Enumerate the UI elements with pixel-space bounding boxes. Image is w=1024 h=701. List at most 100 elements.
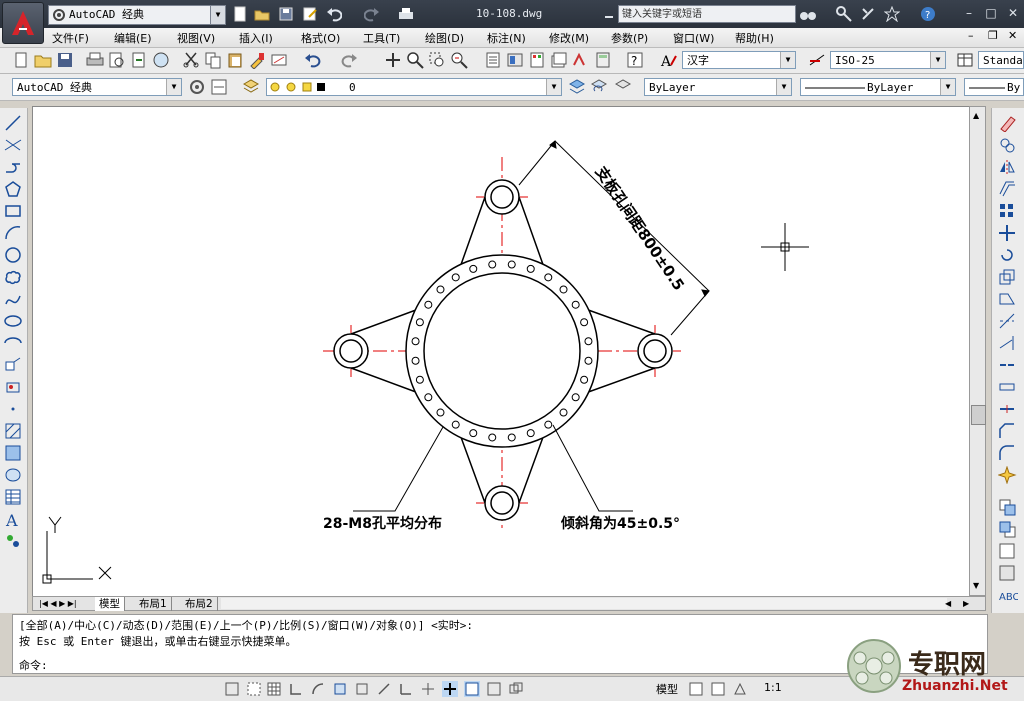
move-icon[interactable] [998, 224, 1018, 242]
3dprint-icon[interactable] [152, 51, 170, 69]
dyn-icon[interactable] [420, 681, 436, 697]
redo-toolbar-icon[interactable] [340, 51, 358, 69]
open-icon[interactable] [34, 51, 52, 69]
lineweight-toggle-icon[interactable] [442, 681, 458, 697]
plot-preview-icon[interactable] [108, 51, 126, 69]
table-icon[interactable] [4, 488, 22, 506]
break-at-point-icon[interactable] [998, 356, 1018, 374]
design-center-icon[interactable] [506, 51, 524, 69]
close-button[interactable]: ✕ [1004, 4, 1022, 22]
zoom-window-icon[interactable] [428, 51, 446, 69]
menu-help[interactable]: 帮助(H) [735, 30, 774, 46]
zoom-realtime-icon[interactable] [406, 51, 424, 69]
linetype-combo[interactable]: ByLayer ▼ [800, 78, 956, 96]
drawing-canvas[interactable]: 支板孔间距800±0.5 28-M8孔平均分布 倾斜角为45±0.5° [32, 106, 971, 598]
extend-icon[interactable] [998, 334, 1018, 352]
dim-style-icon[interactable] [808, 51, 826, 69]
save-as-icon[interactable] [302, 6, 318, 22]
properties-icon[interactable] [484, 51, 502, 69]
save-toolbar-icon[interactable] [56, 51, 74, 69]
quickcalc-icon[interactable] [594, 51, 612, 69]
menu-insert[interactable]: 插入(I) [239, 30, 273, 46]
model-space-label[interactable]: 模型 [656, 681, 678, 697]
lineweight-combo[interactable]: By [964, 78, 1024, 96]
layer-state-icon[interactable] [614, 78, 632, 96]
insert-block-icon[interactable] [4, 356, 22, 374]
make-block-icon[interactable] [4, 378, 22, 396]
fillet-icon[interactable] [998, 444, 1018, 462]
star-icon[interactable] [884, 6, 900, 22]
infer-constraints-icon[interactable] [224, 681, 240, 697]
new-file-icon[interactable] [232, 6, 248, 22]
match-properties-icon[interactable] [248, 51, 266, 69]
trim-icon[interactable] [998, 312, 1018, 330]
block-editor-icon[interactable] [270, 51, 288, 69]
menu-format[interactable]: 格式(O) [301, 30, 340, 46]
doc-minimize-button[interactable]: – [968, 29, 974, 42]
table-style-icon[interactable] [956, 51, 974, 69]
transparency-icon[interactable] [464, 681, 480, 697]
scroll-down-icon[interactable]: ▼ [973, 581, 979, 590]
ellipse-arc-icon[interactable] [4, 334, 22, 352]
circle-icon[interactable] [4, 246, 22, 264]
region-icon[interactable] [4, 466, 22, 484]
text-front-icon[interactable]: ABC [998, 586, 1018, 604]
quickview-drawings-icon[interactable] [710, 681, 726, 697]
line-tool-icon[interactable] [4, 114, 22, 132]
tab-layout1[interactable]: 布局1 [135, 597, 172, 611]
quick-props-icon[interactable] [486, 681, 502, 697]
rectangle-icon[interactable] [4, 202, 22, 220]
workspace-settings-icon[interactable] [188, 78, 206, 96]
mirror-icon[interactable] [998, 158, 1018, 176]
layer-previous-icon[interactable] [590, 78, 608, 96]
menu-file[interactable]: 文件(F) [52, 30, 89, 46]
vertical-scrollbar[interactable]: ▲ ▼ [969, 106, 986, 596]
polygon-icon[interactable] [4, 180, 22, 198]
ortho-icon[interactable] [288, 681, 304, 697]
ducs-icon[interactable] [398, 681, 414, 697]
key-icon[interactable] [836, 6, 852, 22]
publish-icon[interactable] [130, 51, 148, 69]
plot-icon[interactable] [86, 51, 104, 69]
hatch-icon[interactable] [4, 422, 22, 440]
zoom-previous-icon[interactable] [450, 51, 468, 69]
text-style-icon[interactable]: A [660, 51, 678, 69]
copy-icon[interactable] [204, 51, 222, 69]
chamfer-icon[interactable] [998, 422, 1018, 440]
join-icon[interactable] [998, 400, 1018, 418]
quickview-layouts-icon[interactable] [688, 681, 704, 697]
workspace-combo[interactable]: AutoCAD 经典 ▼ [12, 78, 182, 96]
pan-icon[interactable] [384, 51, 402, 69]
3d-osnap-icon[interactable] [354, 681, 370, 697]
tool-palettes-icon[interactable] [528, 51, 546, 69]
color-combo[interactable]: ByLayer ▼ [644, 78, 792, 96]
doc-restore-button[interactable]: ❐ [988, 29, 998, 42]
revcloud-icon[interactable] [4, 268, 22, 286]
help-toolbar-icon[interactable]: ? [626, 51, 644, 69]
menu-draw[interactable]: 绘图(D) [425, 30, 464, 46]
command-prompt[interactable]: 命令: [19, 657, 48, 673]
dim-style-combo[interactable]: ISO-25 ▼ [830, 51, 946, 69]
text-style-combo[interactable]: 汉字 ▼ [682, 51, 796, 69]
annotation-icon[interactable] [732, 681, 748, 697]
tab-first-icon[interactable]: |◀ ◀ ▶ ▶| [35, 597, 81, 611]
add-selected-icon[interactable] [4, 532, 22, 550]
scroll-left-icon[interactable]: ◀ [941, 597, 955, 611]
menu-modify[interactable]: 修改(M) [549, 30, 589, 46]
satellite-icon[interactable] [860, 6, 876, 22]
grid-icon[interactable] [266, 681, 282, 697]
snap-icon[interactable] [246, 681, 262, 697]
draworder-above-icon[interactable] [998, 542, 1018, 560]
explode-icon[interactable] [998, 466, 1018, 484]
make-current-icon[interactable] [568, 78, 586, 96]
layer-manager-icon[interactable] [242, 78, 260, 96]
arc-icon[interactable] [4, 224, 22, 242]
minimize-doc-icon[interactable] [602, 6, 618, 22]
save-icon[interactable] [278, 6, 294, 22]
qnew-icon[interactable] [12, 51, 30, 69]
scroll-right-icon[interactable]: ▶ [959, 597, 973, 611]
workspace-switch[interactable]: AutoCAD 经典 ▼ [48, 5, 226, 25]
help-icon[interactable]: ? [920, 6, 936, 22]
tab-model[interactable]: 模型 [95, 597, 125, 611]
maximize-button[interactable]: □ [982, 4, 1000, 22]
